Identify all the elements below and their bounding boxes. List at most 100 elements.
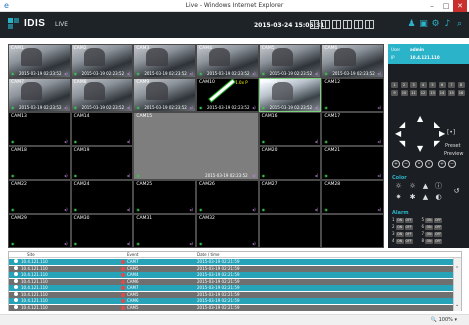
ptz-arrow-downleft-icon[interactable]: ◥ (399, 139, 405, 148)
camera-select-button[interactable]: 4 (419, 82, 427, 88)
maximize-button[interactable]: □ (439, 0, 453, 12)
camera-cell[interactable]: CAM18 ◉ ◂) (8, 146, 71, 180)
speaker-icon[interactable]: ◂) (189, 207, 193, 212)
camera-cell[interactable]: CAM20 ◉ ◂) (258, 146, 322, 180)
camera-select-button[interactable]: 6 (438, 82, 446, 88)
camera-cell[interactable]: CAM27 ◉ ◂) (258, 180, 322, 214)
camera-cell[interactable]: CAM17 ◉ ◂) (321, 112, 384, 146)
event-row[interactable]: 10.4.121.110 CAM6 2015-03-19 02:21:59 (9, 298, 454, 304)
focus-far-icon[interactable]: ∘ (425, 160, 433, 168)
speaker-icon[interactable]: ◂) (127, 173, 131, 178)
speaker-icon[interactable]: ◂) (315, 173, 319, 178)
camera-select-button[interactable]: 7 (448, 82, 455, 88)
event-row[interactable]: 10.4.121.110 CAM5 2015-03-19 02:21:59 (9, 265, 454, 272)
camera-cell[interactable]: CAM28 ◉ ◂) (321, 180, 384, 214)
event-row[interactable]: 10.4.121.110 CAM6 2015-03-19 02:21:59 (9, 278, 454, 285)
camera-cell[interactable]: CAM32 ◉ ◂) (196, 214, 259, 248)
speaker-icon[interactable]: ◂) (127, 207, 131, 212)
saturation-down-icon[interactable]: ✱ (408, 193, 417, 202)
speaker-icon[interactable]: ◂) (377, 207, 381, 212)
speaker-icon[interactable]: ◂) (377, 173, 381, 178)
speaker-icon[interactable]: ◂) (377, 71, 381, 76)
alarm-off-button[interactable]: OFF (434, 232, 443, 237)
scroll-down-icon[interactable]: ⌄ (455, 302, 459, 308)
speaker-icon[interactable]: ◂) (64, 139, 68, 144)
speaker-icon[interactable]: ◂) (315, 105, 319, 110)
minimize-button[interactable]: – (425, 0, 439, 12)
zoom-out-icon[interactable]: − (402, 160, 410, 168)
iris-open-icon[interactable]: + (438, 160, 446, 168)
hue-icon[interactable]: ▲ (421, 193, 430, 202)
camera-cell[interactable]: CAM5 2015-03-19 02:23:52 ◉ ◂) (258, 44, 322, 78)
camera-cell[interactable]: CAM2 2015-03-19 02:23:52 ◉ ◂) (70, 44, 134, 78)
event-row[interactable]: 10.4.121.110 CAM5 2015-03-19 02:21:59 (9, 304, 454, 311)
camera-cell[interactable]: CAM3 2015-03-19 02:23:52 ◉ ◂) (133, 44, 196, 78)
camera-select-button[interactable]: 8 (457, 82, 465, 88)
camera-cell[interactable]: CAM1 2015-03-19 02:23:52 ◉ ◂) (8, 44, 71, 78)
camera-cell[interactable]: CAM13 ◉ ◂) (8, 112, 71, 146)
camera-cell[interactable]: 1.0x P CAM10 2015-03-19 02:23:52 ◉ ◂) (196, 78, 259, 112)
contrast-icon[interactable]: ▲ (421, 182, 430, 191)
camera-cell[interactable]: CAM4 2015-03-19 02:23:52 ◉ ◂) (196, 44, 259, 78)
speaker-icon[interactable]: ◂) (252, 207, 256, 212)
saturation-up-icon[interactable]: ✷ (394, 193, 403, 202)
ptz-arrow-down-icon[interactable]: ▼ (417, 144, 423, 153)
camera-cell[interactable]: CAM9 2015-03-19 02:23:52 ◉ ◂) (133, 78, 196, 112)
speaker-icon[interactable]: ◂) (64, 241, 68, 246)
ptz-arrow-upleft-icon[interactable]: ◢ (399, 120, 405, 129)
alarm-off-button[interactable]: OFF (434, 239, 443, 244)
camera-select-button[interactable]: 15 (448, 90, 455, 96)
camera-select-button[interactable]: 14 (438, 90, 446, 96)
camera-cell[interactable]: CAM16 ◉ ◂) (258, 112, 322, 146)
alarm-off-button[interactable]: OFF (434, 218, 443, 223)
camera-select-button[interactable]: 2 (400, 82, 408, 88)
zoom-level[interactable]: 🔍 100% ▾ (431, 317, 457, 323)
layout-4x4-icon[interactable] (343, 20, 352, 29)
speaker-icon[interactable]: ◂) (189, 71, 193, 76)
camera-cell[interactable]: CAM14 ◉ ◂) (70, 112, 134, 146)
scroll-up-icon[interactable]: ⌃ (455, 266, 459, 272)
camera-cell[interactable]: CAM26 ◉ ◂) (196, 180, 259, 214)
ptz-arrow-right-icon[interactable]: ▶ (439, 129, 445, 138)
reset-color-icon[interactable]: ↺ (452, 187, 461, 196)
speaker-icon[interactable]: ◂) (252, 241, 256, 246)
half-circle-icon[interactable]: ◐ (434, 193, 443, 202)
camera-select-button[interactable]: 9 (391, 90, 398, 96)
camera-select-button[interactable]: 5 (429, 82, 436, 88)
user-icon[interactable]: ♟ (406, 19, 417, 30)
layout-fullscreen-icon[interactable] (365, 20, 374, 29)
speaker-icon[interactable]: ◂) (315, 71, 319, 76)
camera-cell[interactable] (321, 214, 384, 248)
camera-cell[interactable]: CAM21 ◉ ◂) (321, 146, 384, 180)
camera-cell[interactable]: CAM7 2015-03-19 02:23:52 ◉ ◂) (8, 78, 71, 112)
speaker-icon[interactable]: ◂) (64, 71, 68, 76)
layout-3x3-icon[interactable] (332, 20, 341, 29)
speaker-icon[interactable]: ◂) (377, 105, 381, 110)
camera-cell[interactable]: CAM24 ◉ ◂) (70, 180, 134, 214)
camera-select-button[interactable]: 10 (400, 90, 408, 96)
camera-cell[interactable]: CAM25 ◉ ◂) (133, 180, 196, 214)
speaker-icon[interactable]: ◂) (64, 173, 68, 178)
speaker-icon[interactable]: ◂) (315, 139, 319, 144)
alarm-on-button[interactable]: ON (395, 225, 404, 230)
alarm-on-button[interactable]: ON (395, 218, 404, 223)
alarm-off-button[interactable]: OFF (404, 239, 413, 244)
speaker-icon[interactable]: ◂) (64, 105, 68, 110)
event-scrollbar[interactable]: ⌃ ⌄ (453, 258, 461, 311)
bell-icon[interactable]: ♪ (442, 19, 453, 30)
camera-cell[interactable]: CAM12 ◉ ◂) (321, 78, 384, 112)
camera-select-button[interactable]: 11 (410, 90, 417, 96)
speaker-icon[interactable]: ◂) (189, 105, 193, 110)
video-grid[interactable]: CAM1 2015-03-19 02:23:52 ◉ ◂) CAM2 2015-03-19… (8, 44, 384, 248)
camera-select-button[interactable]: 13 (429, 90, 436, 96)
camera-select-button[interactable]: 12 (419, 90, 427, 96)
iris-close-icon[interactable]: − (448, 160, 456, 168)
camera-cell[interactable]: CAM29 ◉ ◂) (8, 214, 71, 248)
alarm-on-button[interactable]: ON (395, 232, 404, 237)
layout-1x1-icon[interactable] (310, 20, 319, 29)
camera-cell[interactable]: CAM6 2015-03-19 02:23:52 ◉ ◂) (321, 44, 384, 78)
camera-cell[interactable]: CAM11 2015-03-19 02:23:52 ◉ ◂) (258, 78, 322, 112)
alarm-off-button[interactable]: OFF (404, 232, 413, 237)
settings-icon[interactable]: ⚙ (430, 19, 441, 30)
ptz-arrow-downright-icon[interactable]: ◤ (434, 139, 440, 148)
